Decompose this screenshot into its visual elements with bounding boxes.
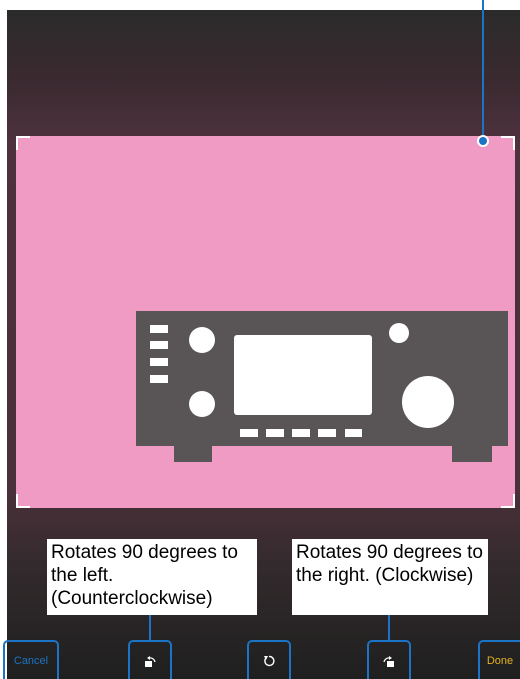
crop-corner-top-left[interactable] <box>16 136 30 150</box>
crop-handle-marker <box>477 135 489 147</box>
reset-rotation-icon <box>264 655 275 666</box>
crop-corner-bottom-left[interactable] <box>16 494 30 508</box>
cancel-label: Cancel <box>13 654 49 667</box>
cancel-button[interactable]: Cancel <box>3 640 59 679</box>
callout-line-rotate-left <box>149 615 151 641</box>
done-label: Done <box>486 654 514 667</box>
rotate-right-note: Rotates 90 degrees to the right. (Clockw… <box>292 539 488 615</box>
done-button[interactable]: Done <box>478 640 520 679</box>
rotate-right-icon <box>383 655 394 667</box>
reset-rotation-button[interactable] <box>247 640 291 679</box>
crop-corner-bottom-right[interactable] <box>501 494 515 508</box>
callout-line-top <box>482 0 484 138</box>
rotate-left-button[interactable] <box>128 640 172 679</box>
rotate-left-icon <box>145 655 156 667</box>
callout-line-rotate-right <box>388 615 390 641</box>
rotate-left-note: Rotates 90 degrees to the left. (Counter… <box>47 539 257 615</box>
crop-corner-top-right[interactable] <box>501 136 515 150</box>
crop-area[interactable] <box>16 136 515 508</box>
rotate-right-button[interactable] <box>367 640 411 679</box>
